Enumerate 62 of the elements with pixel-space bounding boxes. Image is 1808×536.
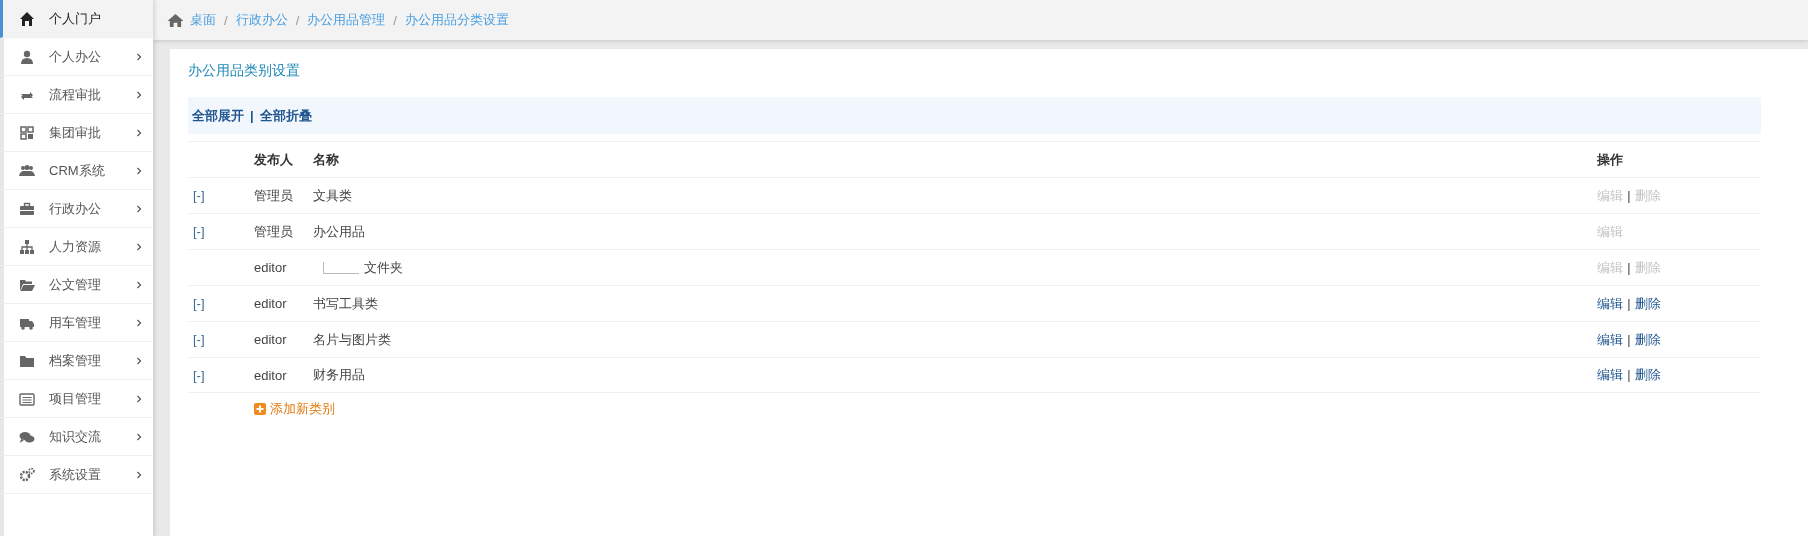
home-icon	[19, 10, 35, 27]
grid-icon	[19, 124, 35, 141]
edit-link[interactable]: 编辑	[1597, 295, 1623, 311]
delete-link[interactable]: 删除	[1634, 367, 1661, 382]
sidebar-item[interactable]: 行政办公	[0, 190, 153, 228]
collapse-toggle[interactable]: [-]	[193, 296, 205, 311]
column-header: 操作	[1597, 151, 1623, 167]
home-icon[interactable]	[167, 12, 184, 28]
action-separator: |	[1627, 367, 1631, 382]
sidebar-item[interactable]: 用车管理	[0, 304, 153, 342]
category-name: 书写工具类	[313, 294, 378, 313]
toolbar-link[interactable]: 全部展开	[192, 106, 244, 125]
column-header: 名称	[313, 150, 339, 169]
user-icon	[19, 48, 35, 65]
sidebar-item[interactable]: 集团审批	[0, 114, 153, 152]
publisher-cell: 管理员	[254, 223, 293, 239]
sidebar-item[interactable]: CRM系统	[0, 152, 153, 190]
sidebar-item[interactable]: 公文管理	[0, 266, 153, 304]
sidebar-item[interactable]: 个人办公	[0, 38, 153, 76]
sidebar-item[interactable]: 档案管理	[0, 342, 153, 380]
sidebar-item[interactable]: 个人门户	[0, 0, 153, 38]
publisher-cell: editor	[254, 332, 287, 347]
breadcrumb-separator: /	[393, 12, 397, 28]
delete-link[interactable]: 删除	[1634, 295, 1661, 311]
publisher-cell: 管理员	[254, 187, 293, 203]
edit-link[interactable]: 编辑	[1597, 367, 1623, 382]
plus-icon	[254, 403, 266, 415]
briefcase-icon	[19, 200, 35, 217]
collapse-toggle[interactable]: [-]	[193, 332, 205, 347]
collapse-toggle[interactable]: [-]	[193, 188, 205, 203]
sidebar-item[interactable]: 流程审批	[0, 76, 153, 114]
action-separator: |	[1627, 259, 1631, 275]
category-name: 文件夹	[364, 258, 403, 277]
edit-link[interactable]: 编辑	[1597, 331, 1623, 347]
category-name: 财务用品	[313, 366, 365, 384]
org-chart-icon	[19, 238, 35, 255]
breadcrumb-separator: /	[224, 12, 228, 28]
publisher-cell: editor	[254, 260, 287, 275]
publisher-cell: editor	[254, 367, 287, 383]
category-name: 名片与图片类	[313, 330, 391, 349]
panel-title: 办公用品类别设置	[188, 61, 301, 80]
sidebar-item[interactable]: 项目管理	[0, 380, 153, 418]
users-icon	[19, 162, 35, 179]
sidebar-item[interactable]: 人力资源	[0, 228, 153, 266]
action-separator: |	[1627, 295, 1631, 311]
sidebar-item[interactable]: 知识交流	[0, 418, 153, 456]
delete-link[interactable]: 删除	[1634, 331, 1661, 347]
category-name: 文具类	[313, 186, 352, 205]
column-header: 发布人	[254, 151, 293, 167]
collapse-toggle[interactable]: [-]	[193, 224, 205, 239]
collapse-toggle[interactable]: [-]	[193, 367, 205, 383]
gears-icon	[19, 466, 35, 483]
list-icon	[19, 390, 35, 407]
action-separator: |	[1627, 331, 1631, 347]
breadcrumb-separator: /	[295, 12, 300, 28]
action-separator: |	[1627, 187, 1631, 203]
toolbar-link[interactable]: 全部折叠	[259, 106, 312, 125]
sidebar-item[interactable]: 系统设置	[0, 456, 153, 494]
category-name: 办公用品	[313, 222, 365, 241]
publisher-cell: editor	[254, 296, 287, 311]
tree-line	[323, 260, 359, 275]
toolbar-separator: |	[250, 108, 254, 123]
